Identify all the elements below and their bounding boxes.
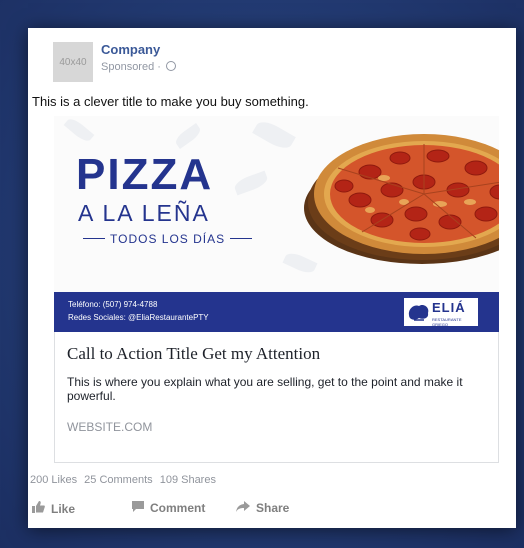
creative-tagline: TODOS LOS DÍAS	[78, 232, 257, 246]
post-actions: Like Comment Share	[28, 501, 516, 521]
like-button[interactable]: Like	[32, 501, 75, 516]
tagline-rule-left	[83, 238, 105, 239]
leaf-decoration	[252, 117, 296, 153]
ad-creative-image[interactable]: PIZZA A LA LEÑA TODOS LOS DÍAS Teléfono:…	[54, 116, 499, 350]
pizza-image	[300, 122, 499, 272]
comments-count[interactable]: 25 Comments	[84, 474, 152, 486]
tagline-rule-right	[230, 238, 253, 239]
comment-label: Comment	[150, 501, 206, 515]
cta-description: This is where you explain what you are s…	[67, 375, 463, 403]
like-label: Like	[51, 501, 76, 516]
globe-icon	[166, 61, 176, 71]
leaf-decoration	[173, 123, 203, 149]
leaf-decoration	[232, 170, 270, 196]
creative-subhead: A LA LEÑA	[78, 200, 210, 226]
comment-button[interactable]: Comment	[132, 501, 205, 515]
shares-count[interactable]: 109 Shares	[160, 474, 216, 486]
creative-background: PIZZA A LA LEÑA TODOS LOS DÍAS	[54, 116, 499, 292]
likes-count[interactable]: 200 Likes	[30, 474, 77, 486]
pizza-illustration	[304, 134, 499, 264]
cta-website[interactable]: WEBSITE.COM	[67, 420, 152, 434]
share-arrow-icon	[236, 501, 250, 515]
cta-title[interactable]: Call to Action Title Get my Attention	[67, 344, 320, 364]
ad-post-card: 40x40 Company Sponsored · This is a clev…	[28, 28, 516, 528]
brand-logo: ELIÁ RESTAURANTE GRIEGO	[404, 298, 478, 327]
sponsored-text: Sponsored ·	[101, 61, 161, 73]
call-to-action-box[interactable]: Call to Action Title Get my Attention Th…	[54, 332, 499, 463]
tagline-text: TODOS LOS DÍAS	[110, 232, 226, 246]
share-button[interactable]: Share	[236, 501, 289, 515]
leaf-decoration	[63, 116, 95, 145]
comment-icon	[132, 501, 144, 515]
thumbs-up-icon	[32, 501, 45, 516]
sponsored-label: Sponsored ·	[101, 61, 176, 73]
company-name-link[interactable]: Company	[101, 42, 160, 57]
creative-contact-bar: Teléfono: (507) 974-4788 Redes Sociales:…	[54, 292, 499, 332]
share-label: Share	[256, 501, 290, 515]
post-text: This is a clever title to make you buy s…	[32, 94, 309, 109]
contact-social: Redes Sociales: @EliaRestaurantePTY	[68, 313, 209, 322]
avatar-placeholder-text: 40x40	[59, 56, 87, 68]
avatar[interactable]: 40x40	[53, 42, 93, 82]
creative-headline: PIZZA	[76, 150, 214, 199]
brand-name: ELIÁ	[432, 300, 466, 315]
brand-logo-icon	[408, 304, 429, 321]
brand-tagline: RESTAURANTE GRIEGO	[432, 317, 462, 327]
engagement-stats: 200 Likes 25 Comments 109 Shares	[30, 474, 220, 486]
contact-phone: Teléfono: (507) 974-4788	[68, 300, 158, 309]
